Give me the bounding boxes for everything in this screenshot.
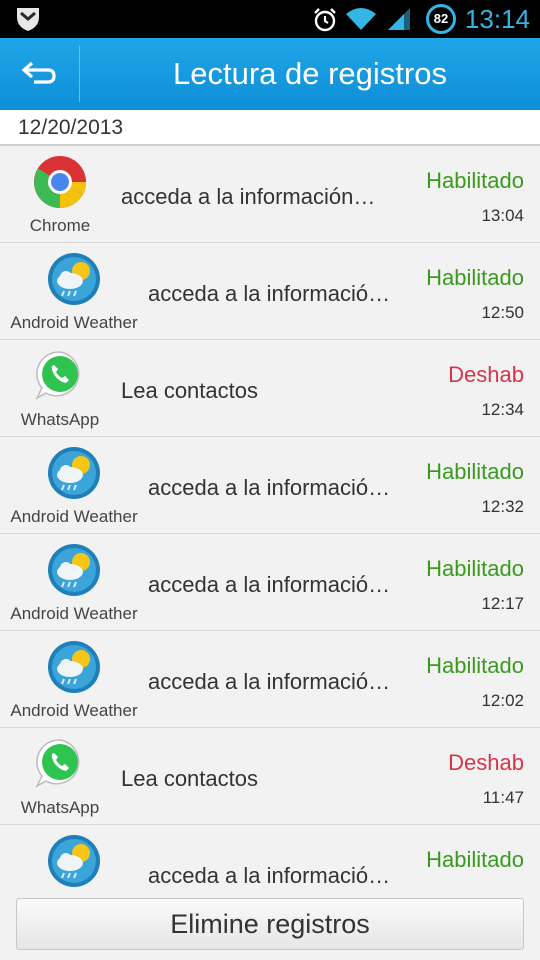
status-label: Habilitado xyxy=(426,556,524,581)
app-block: Android Weather xyxy=(0,534,148,631)
bottom-bar: Elimine registros xyxy=(0,890,540,960)
log-list[interactable]: Chrome acceda a la información… Habilitado… xyxy=(0,146,540,890)
permission-text: acceda a la informació… xyxy=(148,863,391,888)
app-name: Android Weather xyxy=(10,507,138,526)
permission-text: acceda a la informació… xyxy=(148,281,391,306)
status-label: Deshab xyxy=(448,362,524,387)
permission-text: Lea contactos xyxy=(121,766,258,791)
clock: 13:14 xyxy=(464,4,530,34)
app-name: Android Weather xyxy=(10,604,138,623)
app-name: Android Weather xyxy=(10,313,138,332)
app-block: WhatsApp xyxy=(0,340,120,437)
log-time: 12:34 xyxy=(481,400,524,419)
app-block: Android Weather xyxy=(0,437,148,534)
status-label: Habilitado xyxy=(426,459,524,484)
android-weather-icon xyxy=(46,639,102,695)
wifi-icon xyxy=(346,8,376,30)
status-label: Habilitado xyxy=(426,168,524,193)
date-header: 12/20/2013 xyxy=(0,110,540,146)
log-row[interactable]: Android Weather acceda a la informació… Ha… xyxy=(0,631,540,728)
page-title: Lectura de registros xyxy=(173,56,447,91)
whatsapp-icon xyxy=(32,736,88,792)
android-weather-icon xyxy=(46,542,102,598)
android-weather-icon xyxy=(46,251,102,307)
log-time: 12:02 xyxy=(481,691,524,710)
status-label: Habilitado xyxy=(426,847,524,872)
log-row[interactable]: Android Weather acceda a la informació… Ha… xyxy=(0,437,540,534)
shield-icon xyxy=(17,8,39,31)
permission-text: acceda a la información… xyxy=(121,184,376,209)
log-time: 12:50 xyxy=(481,303,524,322)
status-label: Habilitado xyxy=(426,653,524,678)
permission-text: acceda a la informació… xyxy=(148,572,391,597)
delete-logs-button[interactable]: Elimine registros xyxy=(16,898,524,950)
log-row[interactable]: WhatsApp Lea contactos Deshab 12:34 xyxy=(0,340,540,437)
app-block: WhatsApp xyxy=(0,728,120,825)
chrome-icon xyxy=(32,154,88,210)
log-row[interactable]: Android Weatheracceda a la informació… Ha… xyxy=(0,825,540,890)
app-block: Chrome xyxy=(0,146,120,243)
android-weather-icon xyxy=(46,833,102,889)
back-button[interactable] xyxy=(0,38,78,110)
status-label: Habilitado xyxy=(426,265,524,290)
alarm-icon xyxy=(314,8,336,32)
log-time: 11:47 xyxy=(482,788,524,807)
android-weather-icon xyxy=(46,445,102,501)
back-arrow-icon xyxy=(21,61,56,84)
app-name: Android Weather xyxy=(10,701,138,720)
status-label: Deshab xyxy=(448,750,524,775)
app-name: WhatsApp xyxy=(20,410,100,429)
log-row[interactable]: Android Weather acceda a la informació… Ha… xyxy=(0,243,540,340)
permission-text: acceda a la informació… xyxy=(148,669,391,694)
log-row[interactable]: Chrome acceda a la información… Habilitado… xyxy=(0,146,540,243)
app-block: Android Weather xyxy=(0,243,148,340)
log-row[interactable]: Android Weather acceda a la informació… Ha… xyxy=(0,534,540,631)
battery-indicator: 82 xyxy=(426,4,456,34)
action-bar: Lectura de registros xyxy=(0,38,540,110)
whatsapp-icon xyxy=(32,348,88,404)
log-time: 12:32 xyxy=(481,497,524,516)
app-block: Android Weather xyxy=(0,825,148,890)
app-name: WhatsApp xyxy=(20,798,100,817)
signal-icon xyxy=(388,8,410,30)
status-bar: 82 13:14 xyxy=(0,0,540,38)
permission-text: Lea contactos xyxy=(121,378,258,403)
permission-text: acceda a la informació… xyxy=(148,475,391,500)
app-name: Chrome xyxy=(29,216,91,235)
log-row[interactable]: WhatsApp Lea contactos Deshab 11:47 xyxy=(0,728,540,825)
log-time: 12:17 xyxy=(481,594,524,613)
log-time: 13:04 xyxy=(481,206,524,225)
app-block: Android Weather xyxy=(0,631,148,728)
